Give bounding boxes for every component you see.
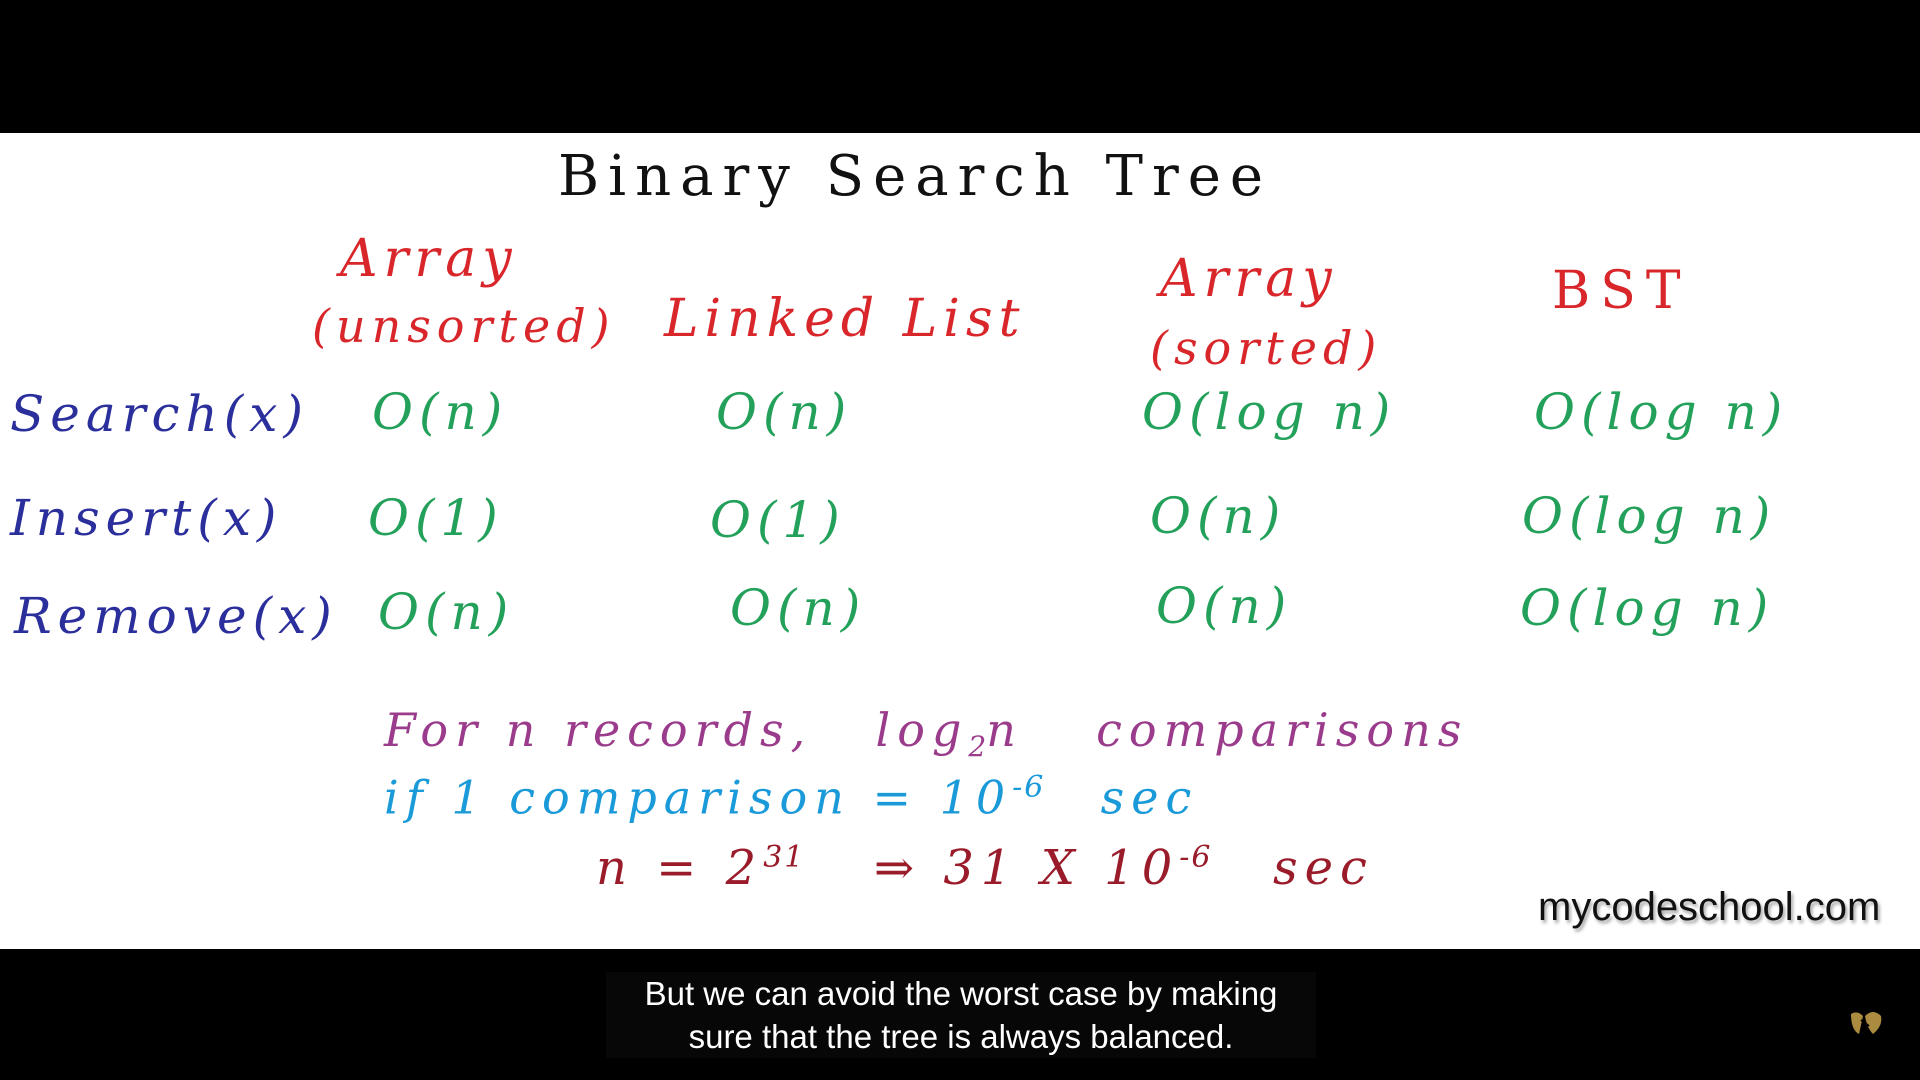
note-records-comparisons: For n records, log2n comparisons (384, 707, 1468, 761)
cell-search-linked-list: O(n) (716, 383, 853, 441)
row-label-remove: Remove(x) (14, 587, 338, 645)
note2-text-a: if 1 comparison = 10 (384, 770, 1013, 825)
note3-exponent-2: -6 (1179, 840, 1213, 875)
subtitle-caption: But we can avoid the worst case by makin… (606, 972, 1316, 1058)
column-subheader-sorted: (sorted) (1150, 321, 1383, 375)
column-header-array-sorted: Array (1160, 249, 1338, 309)
note-total-time: n = 231 ⇒ 31 X 10-6 sec (596, 840, 1374, 893)
cell-insert-bst: O(log n) (1522, 487, 1777, 545)
note1-log: log (875, 703, 969, 757)
cell-remove-linked-list: O(n) (730, 579, 867, 637)
note2-text-b: sec (1100, 770, 1199, 825)
note3-exponent: 31 (763, 840, 806, 875)
caption-line-1: But we can avoid the worst case by makin… (644, 975, 1278, 1012)
letterbox-top (0, 0, 1920, 133)
column-header-bst: BST (1552, 261, 1691, 321)
site-watermark: mycodeschool.com (1538, 885, 1881, 929)
note1-text-c: comparisons (1096, 703, 1469, 757)
note3-text-c: sec (1273, 840, 1374, 896)
note2-exponent: -6 (1012, 770, 1046, 805)
note3-text-a: n = 2 (596, 840, 764, 896)
note1-log-arg: n (986, 703, 1023, 757)
cell-remove-bst: O(log n) (1520, 579, 1775, 637)
cell-remove-array-unsorted: O(n) (378, 583, 515, 641)
note3-text-b: ⇒ 31 X 10 (873, 840, 1180, 896)
column-subheader-unsorted: (unsorted) (312, 299, 616, 353)
slide-title: Binary Search Tree (558, 144, 1273, 209)
cell-search-bst: O(log n) (1534, 383, 1789, 441)
video-player[interactable]: Binary Search Tree Array (unsorted) Link… (0, 0, 1920, 1080)
cell-insert-linked-list: O(1) (710, 491, 846, 549)
cell-search-array-unsorted: O(n) (372, 383, 509, 441)
channel-watermark-icon[interactable] (1847, 1008, 1885, 1038)
note1-text-a: For n records, (384, 703, 813, 757)
note-comparison-time: if 1 comparison = 10-6 sec (384, 770, 1198, 821)
note1-log-base: 2 (968, 730, 987, 764)
caption-line-2: sure that the tree is always balanced. (688, 1018, 1234, 1055)
cell-remove-array-sorted: O(n) (1156, 577, 1293, 635)
cell-insert-array-sorted: O(n) (1150, 487, 1287, 545)
column-header-linked-list: Linked List (664, 289, 1026, 349)
cell-insert-array-unsorted: O(1) (368, 489, 504, 547)
column-header-array-unsorted: Array (340, 229, 518, 289)
lecture-slide: Binary Search Tree Array (unsorted) Link… (0, 133, 1920, 949)
row-label-insert: Insert(x) (10, 489, 283, 547)
row-label-search: Search(x) (10, 385, 309, 443)
cell-search-array-sorted: O(log n) (1142, 383, 1397, 441)
